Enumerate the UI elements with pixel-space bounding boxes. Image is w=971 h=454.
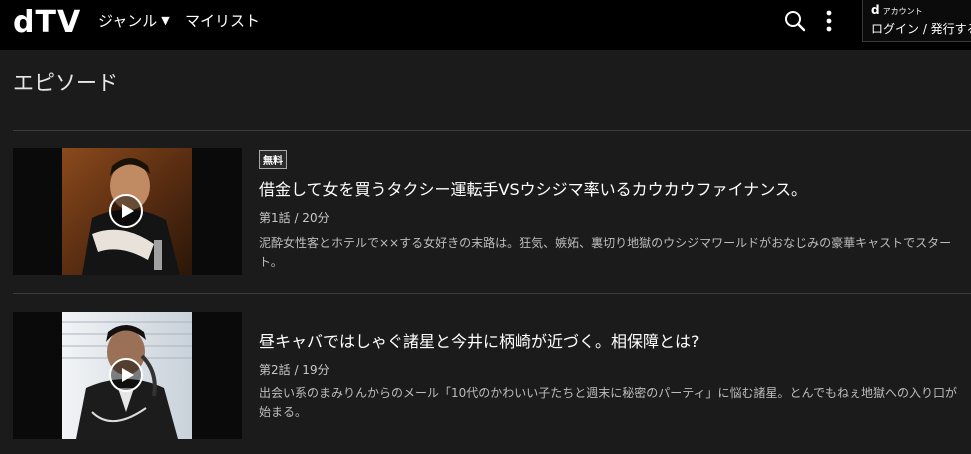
genre-menu[interactable]: ジャンル ▼ [98,10,170,31]
episode-meta: 第2話 / 19分 [259,363,330,377]
divider [13,130,971,131]
d-account-label: d アカウント [871,3,923,17]
login-button[interactable]: d アカウント ログイン / 発行する [862,0,971,42]
episode-description: 出会い系のまみりんからのメール「10代のかわいい子たちと週末に秘密のパーティ」に… [259,386,957,419]
search-icon[interactable] [784,10,806,32]
login-label: ログイン / 発行する [871,22,971,36]
episode-title[interactable]: 昼キャバではしゃぐ諸星と今井に柄崎が近づく。相保障とは? [259,328,700,352]
episode-row-2[interactable]: 昼キャバではしゃぐ諸星と今井に柄崎が近づく。相保障とは? 第2話 / 19分 出… [13,312,971,442]
play-icon[interactable] [109,358,143,392]
episode-thumbnail[interactable] [13,312,242,439]
episode-title[interactable]: 借金して女を買うタクシー運転手VSウシジマ率いるカウカウファイナンス。 [259,176,807,200]
free-badge: 無料 [259,150,287,169]
caret-down-icon: ▼ [161,14,170,27]
genre-menu-label: ジャンル [98,12,158,30]
episode-description: 泥酔女性客とホテルで××する女好きの末路は。狂気、嫉妬、裏切り地獄のウシジマワー… [259,236,952,269]
episode-meta: 第1話 / 20分 [259,211,330,225]
episode-thumbnail[interactable] [13,148,242,275]
episode-row-1[interactable]: 無料 借金して女を買うタクシー運転手VSウシジマ率いるカウカウファイナンス。 第… [13,148,971,278]
top-header: dTV ジャンル ▼ マイリスト d アカウント ログイン / 発行する [0,0,971,50]
more-menu-icon[interactable] [824,9,834,33]
d-account-logo: d [871,3,880,17]
mylist-link[interactable]: マイリスト [185,10,260,31]
d-account-text: アカウント [882,7,923,16]
dtv-logo[interactable]: dTV [13,3,81,43]
divider [13,293,971,294]
section-title: エピソード [13,71,118,95]
play-icon[interactable] [109,194,143,228]
